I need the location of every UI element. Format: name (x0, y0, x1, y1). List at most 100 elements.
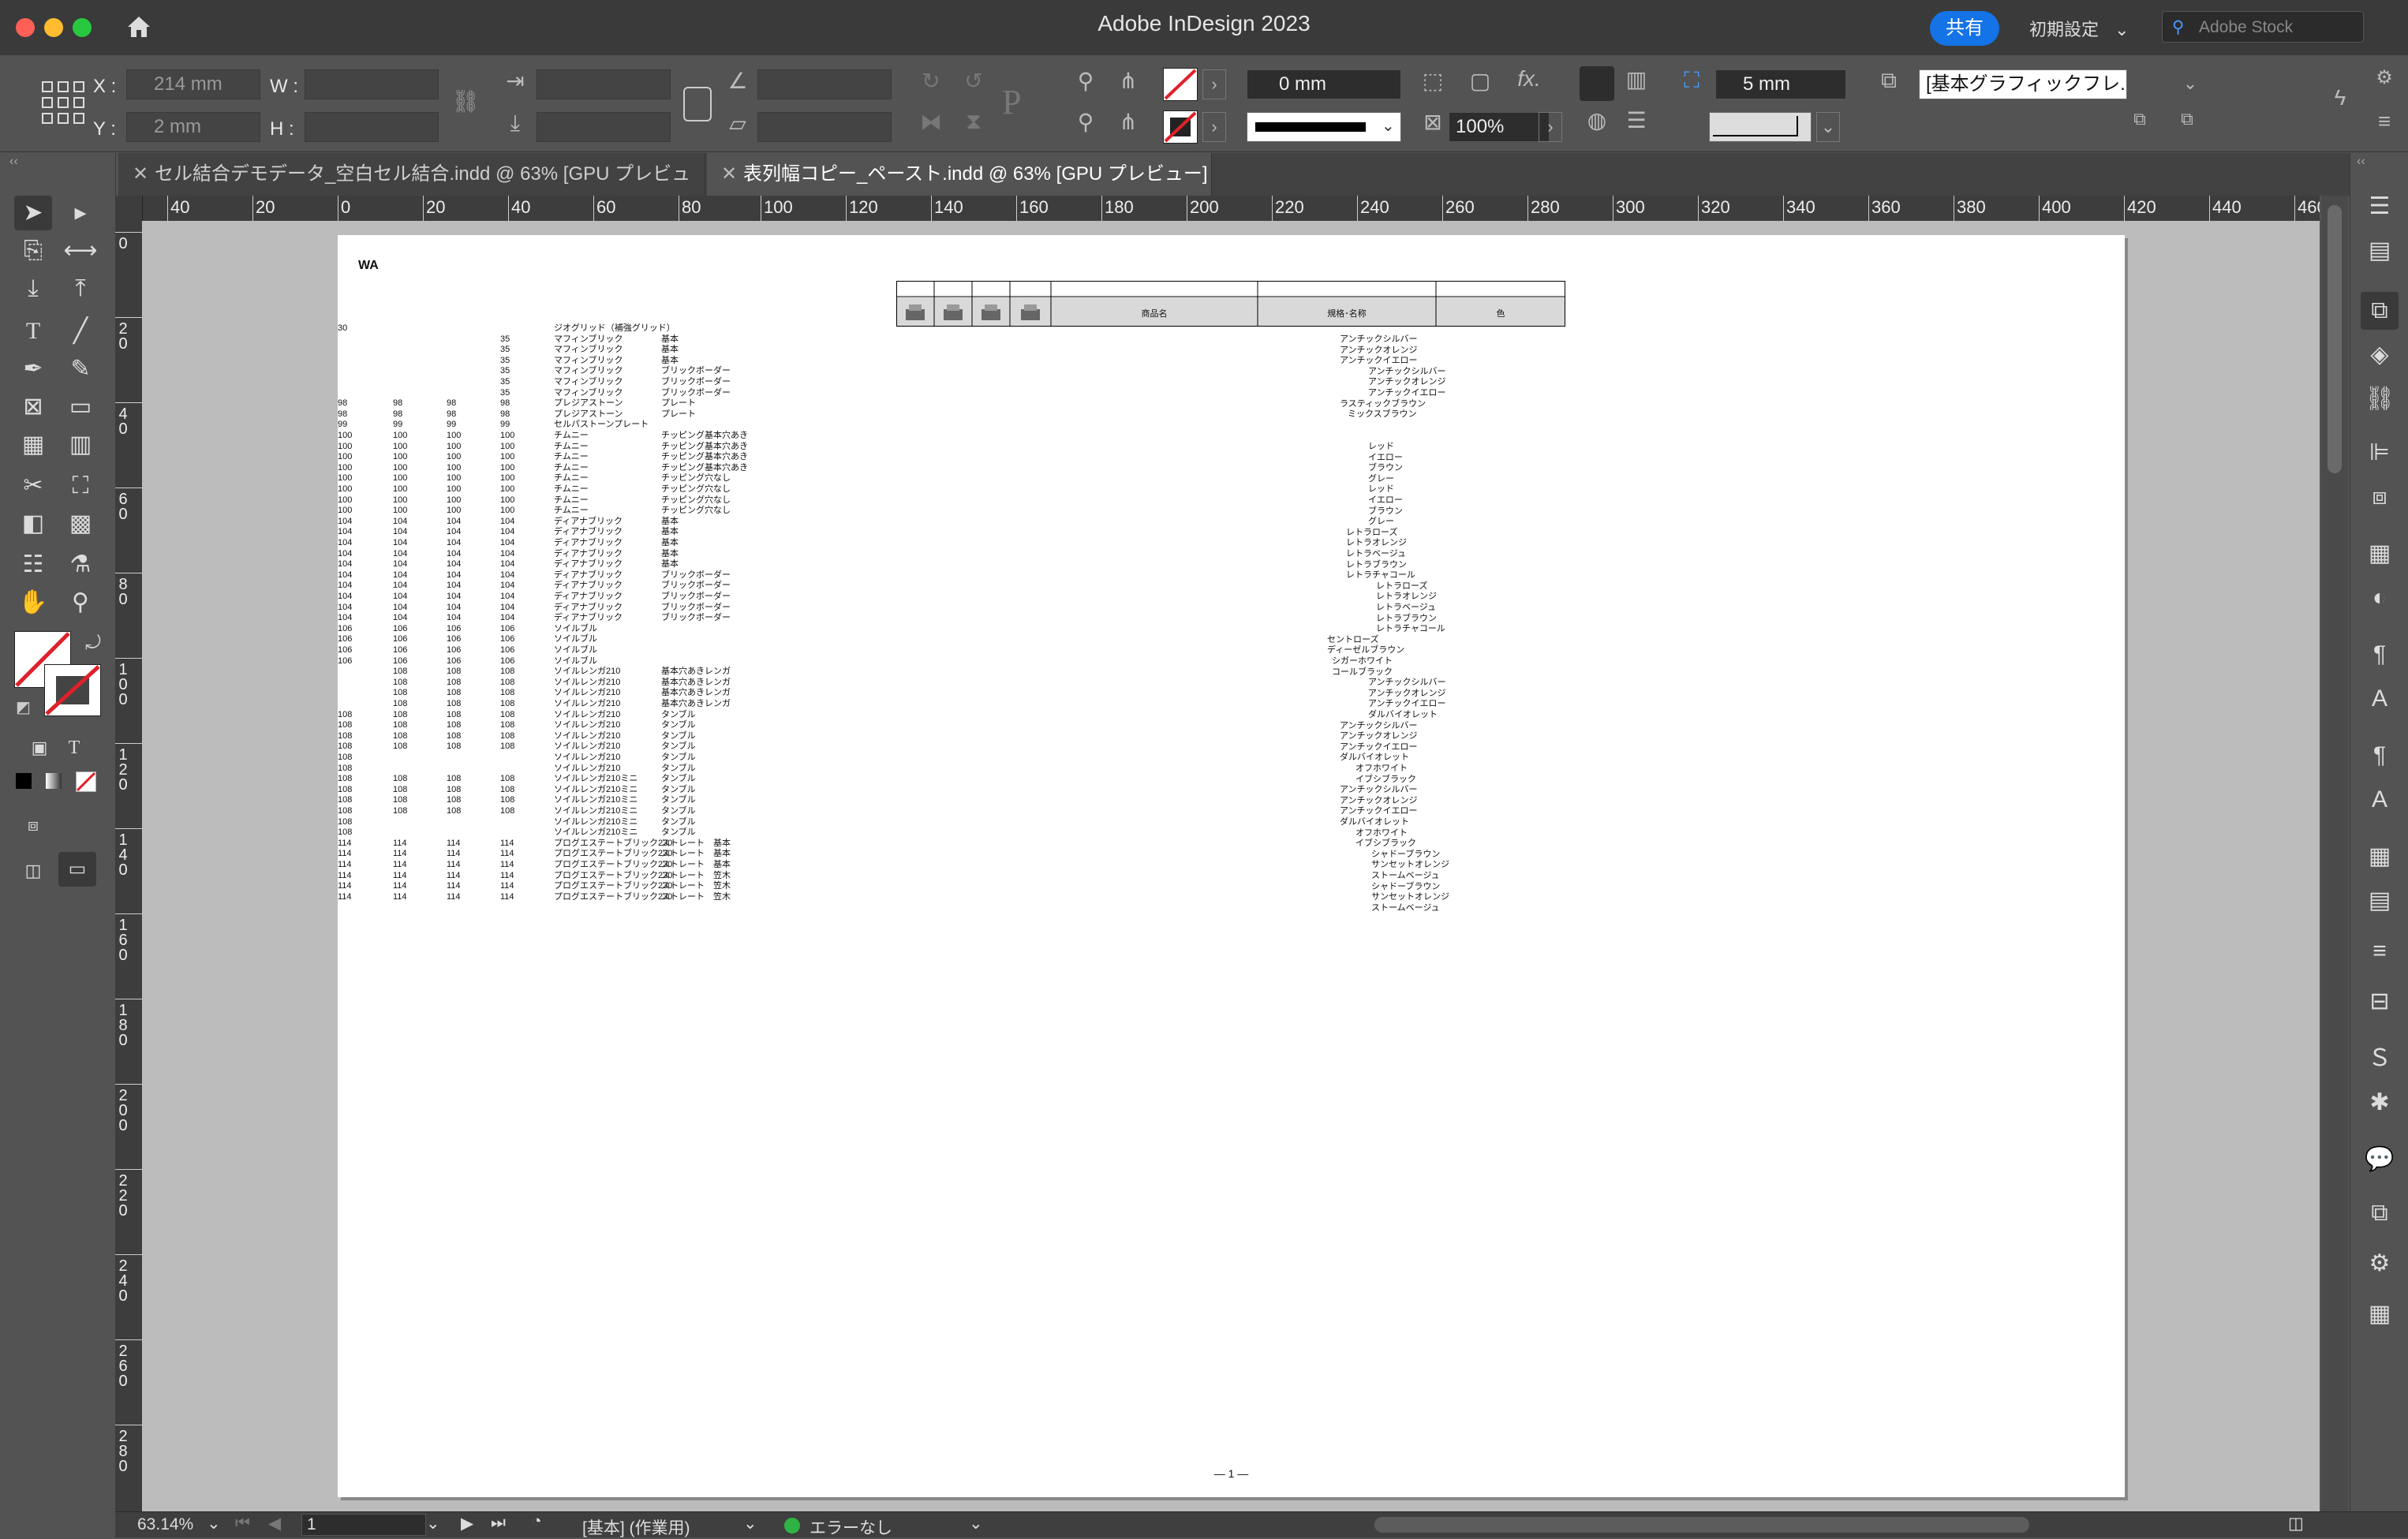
y-position-field[interactable]: 2 mm (126, 112, 260, 142)
scale-x-field[interactable] (537, 69, 671, 99)
gradient-feather-tool-icon[interactable]: ▩ (62, 506, 99, 541)
text-wrap-jump-icon[interactable]: ☰ (1619, 107, 1654, 133)
eyedropper-tool-icon[interactable]: ⚗ (62, 547, 99, 582)
page-chevron-icon[interactable]: ⌄ (426, 1514, 440, 1533)
formatting-text-icon[interactable]: T (55, 730, 93, 765)
character-styles-icon[interactable]: A (2361, 680, 2399, 718)
pen-tool-icon[interactable]: ✒ (14, 352, 52, 387)
color-panel-icon[interactable]: ◐ (2361, 579, 2399, 617)
paragraph-p-icon[interactable]: P (1002, 82, 1041, 121)
stroke-panel-icon[interactable]: ≡ (2361, 932, 2399, 970)
type-tool-icon[interactable]: T (14, 314, 52, 349)
horizontal-scrollbar[interactable] (1374, 1517, 2029, 1533)
paragraph-panel-icon[interactable]: ¶ (2361, 737, 2399, 775)
cc-libraries-icon[interactable]: ▤ (2361, 232, 2399, 270)
height-field[interactable] (305, 112, 439, 142)
ruler-origin[interactable] (115, 196, 143, 222)
close-tab-icon[interactable]: ✕ (721, 153, 737, 196)
reference-point-icon[interactable] (41, 80, 85, 125)
table-tool-icon[interactable]: ▦ (14, 428, 52, 462)
rotation-field[interactable] (757, 69, 892, 99)
zoom-level-field[interactable]: 63.14% (137, 1515, 193, 1534)
object-style-chevron-icon[interactable]: ⌄ (2179, 69, 2201, 98)
rotate-cw-icon[interactable]: ↻ (915, 68, 947, 94)
text-wrap-shape-icon[interactable]: ◍ (1580, 107, 1614, 133)
opacity-chevron-icon[interactable]: › (1539, 112, 1562, 142)
content-collector-icon[interactable]: ⤓ (14, 271, 52, 306)
select-previous-icon[interactable]: ⋔ (1112, 68, 1144, 94)
layers-panel-icon[interactable]: ◈ (2361, 336, 2399, 374)
screen-mode-icon[interactable]: ▭ (58, 852, 96, 887)
swap-colors-icon[interactable]: ⤾ (85, 633, 101, 655)
clear-overrides-icon[interactable]: ⧉ (2122, 109, 2157, 129)
stroke-align-icon[interactable]: ⬚ (1417, 68, 1449, 94)
stroke-swatch-none[interactable] (1163, 110, 1198, 144)
collapse-panel-icon[interactable]: ‹‹ (9, 155, 18, 169)
tab-document-1[interactable]: ✕ セル結合デモデータ_空白セル結合.indd @ 63% [GPU プレビュー… (118, 153, 705, 227)
free-transform-tool-icon[interactable]: ⛶ (62, 469, 99, 503)
scissors-tool-icon[interactable]: ✂ (14, 469, 52, 503)
width-field[interactable] (305, 69, 439, 99)
stroke-color-box[interactable] (44, 664, 101, 716)
constrain-proportions-icon[interactable]: ⛓ (450, 88, 481, 114)
hand-tool-icon[interactable]: ✋ (14, 585, 52, 620)
link-icon[interactable] (683, 87, 712, 121)
select-content-icon[interactable]: ⚲ (1070, 109, 1101, 135)
document-page[interactable]: WA 商品名 規格･名称 色 30 ジオグリッド（補強グリッド） 35 マフィンブリッ… (338, 235, 2125, 1497)
formatting-container-icon[interactable]: ▣ (21, 730, 58, 765)
frame-fitting-chevron-icon[interactable]: ⌄ (1816, 112, 1840, 142)
note-tool-icon[interactable]: ☷ (14, 547, 52, 582)
scrollbar-thumb[interactable] (2328, 205, 2342, 473)
selection-tool-icon[interactable]: ➤ (14, 196, 52, 230)
panel-menu-icon[interactable]: ≡ (2369, 109, 2400, 134)
pencil-tool-icon[interactable]: ✎ (62, 352, 99, 387)
opacity-field[interactable]: 100% (1449, 112, 1550, 142)
select-next-icon[interactable]: ⋔ (1112, 109, 1144, 135)
grid-tool-icon[interactable]: ▥ (62, 428, 99, 462)
scale-y-field[interactable] (537, 112, 671, 142)
next-page-icon[interactable]: ▶ (461, 1514, 473, 1533)
fill-swatch-none[interactable] (1163, 68, 1198, 101)
rectangle-frame-tool-icon[interactable]: ⊠ (14, 390, 52, 424)
rotate-ccw-icon[interactable]: ↺ (958, 68, 989, 94)
split-view-icon[interactable]: ◫ (2288, 1514, 2304, 1533)
page-tool-icon[interactable]: ⎘ (14, 233, 52, 268)
page-number-field[interactable]: 1 (301, 1514, 426, 1536)
shear-field[interactable] (757, 112, 892, 142)
character-panel-icon[interactable]: A (2361, 781, 2399, 819)
align-panel-icon[interactable]: ⊫ (2361, 434, 2399, 472)
flip-horizontal-icon[interactable]: ⧓ (915, 109, 947, 135)
header-table[interactable]: 商品名 規格･名称 色 (896, 281, 1565, 327)
quick-actions-bolt-icon[interactable]: ϟ (2324, 85, 2356, 110)
gradient-panel-icon[interactable]: ⚙ (2361, 1245, 2399, 1283)
previous-page-icon[interactable]: ◀ (268, 1514, 281, 1533)
character-styles-s-icon[interactable]: Ｓ (2361, 1040, 2399, 1078)
pages-panel-icon[interactable]: ⧉ (2361, 292, 2399, 330)
settings-gear-icon[interactable]: ⚙ (2369, 66, 2400, 89)
line-tool-icon[interactable]: ╱ (62, 314, 99, 349)
vertical-ruler[interactable]: 0 20 40 60 80 100 120 140 160 180 200 22… (115, 221, 143, 1511)
gap-tool-icon[interactable]: ⟷ (62, 233, 99, 268)
zoom-tool-icon[interactable]: ⚲ (62, 585, 99, 620)
flip-vertical-icon[interactable]: ⧗ (958, 109, 989, 135)
last-page-icon[interactable]: ⏭ (491, 1514, 506, 1533)
text-wrap-none-button[interactable] (1580, 66, 1614, 101)
apply-gradient-icon[interactable] (46, 773, 62, 789)
text-wrap-bounding-icon[interactable]: ▥ (1619, 66, 1654, 92)
master-chevron-icon[interactable]: ⌄ (743, 1514, 757, 1533)
text-wrap-panel-icon[interactable]: ⊟ (2361, 983, 2399, 1021)
stroke-type-dropdown[interactable]: ⌄ (1247, 112, 1401, 142)
direct-selection-tool-icon[interactable]: ▸ (62, 196, 99, 230)
corner-options-icon[interactable]: ▢ (1464, 68, 1496, 94)
first-page-icon[interactable]: ⏮ (235, 1514, 250, 1533)
table-panel-icon[interactable]: ▦ (2361, 1295, 2399, 1333)
pasteboard[interactable]: WA 商品名 規格･名称 色 30 ジオグリッド（補強グリッド） 35 マフィンブリッ… (142, 221, 2320, 1511)
vertical-scrollbar[interactable] (2321, 196, 2348, 1511)
preflight-chevron-icon[interactable]: ⌄ (969, 1514, 983, 1533)
properties-panel-icon[interactable]: ☰ (2361, 188, 2399, 226)
x-position-field[interactable]: 214 mm (126, 69, 260, 99)
object-style-dropdown[interactable]: [基本グラフィックフレ... (1919, 69, 2127, 99)
break-link-icon[interactable]: ⧉ (2170, 109, 2204, 129)
paragraph-styles-icon[interactable]: ¶ (2361, 636, 2399, 674)
gradient-swatch-tool-icon[interactable]: ◧ (14, 506, 52, 541)
